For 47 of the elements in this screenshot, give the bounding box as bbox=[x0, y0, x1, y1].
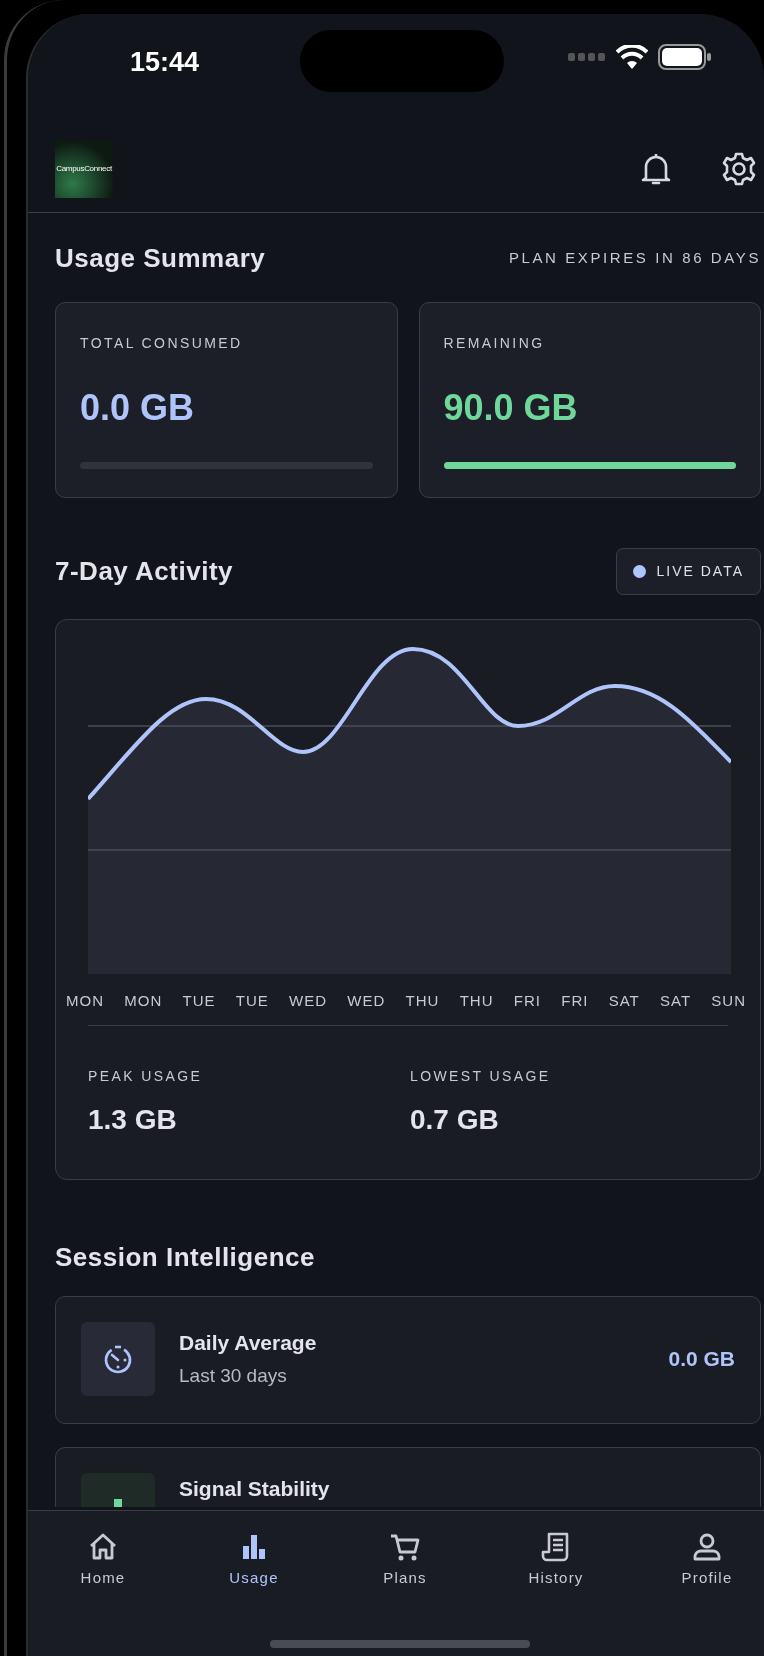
axis-label: TUE bbox=[235, 991, 269, 1012]
axis-label: SUN bbox=[711, 991, 746, 1012]
axis-label: THU bbox=[405, 991, 440, 1012]
stat-label: LOWEST USAGE bbox=[410, 1066, 551, 1086]
axis-label: MON bbox=[124, 991, 163, 1012]
nav-tab[interactable]: Profile bbox=[657, 1511, 757, 1656]
live-data-badge: LIVE DATA bbox=[616, 548, 761, 596]
nav-tab[interactable]: History bbox=[506, 1511, 606, 1656]
stat-label: TOTAL CONSUMED bbox=[80, 334, 244, 354]
session-subtitle: Last 30 days bbox=[179, 1364, 288, 1389]
status-time: 15:44 bbox=[130, 45, 200, 79]
settings-icon[interactable] bbox=[721, 150, 757, 187]
section-title: Session Intelligence bbox=[55, 1241, 316, 1273]
stat-value: 1.3 GB bbox=[88, 1102, 178, 1137]
stat-value: 0.7 GB bbox=[410, 1102, 500, 1137]
nav-tab[interactable]: Usage bbox=[204, 1511, 304, 1656]
stat-value: 0.0 GB bbox=[80, 390, 196, 427]
session-title: Signal Stability bbox=[179, 1475, 331, 1502]
axis-label: THU bbox=[459, 991, 494, 1012]
nav-tab[interactable]: Plans bbox=[355, 1511, 455, 1656]
section-title: Usage Summary bbox=[55, 243, 266, 275]
app-logo[interactable]: CampusConnect bbox=[55, 139, 113, 198]
profile-icon bbox=[691, 1531, 723, 1563]
axis-label: TUE bbox=[182, 991, 216, 1012]
logo-text: CampusConnect bbox=[56, 164, 112, 173]
section-title: 7-Day Activity bbox=[55, 556, 233, 588]
stat-value: 90.0 GB bbox=[443, 390, 579, 427]
axis-label: SAT bbox=[660, 991, 692, 1012]
battery-icon bbox=[658, 44, 712, 70]
nav-tab[interactable]: Home bbox=[53, 1511, 153, 1656]
axis-label: FRI bbox=[513, 991, 541, 1012]
stat-label: PEAK USAGE bbox=[88, 1066, 204, 1086]
axis-label: MON bbox=[66, 991, 104, 1012]
stat-label: REMAINING bbox=[443, 334, 546, 354]
session-card[interactable]: Daily Average Last 30 days 0.0 GB bbox=[55, 1295, 761, 1424]
notification-bell-icon[interactable] bbox=[641, 151, 671, 186]
session-card[interactable]: Signal Stability bbox=[55, 1446, 761, 1507]
axis-label: WED bbox=[347, 991, 386, 1012]
session-value: 0.0 GB bbox=[668, 1346, 735, 1373]
axis-label: FRI bbox=[561, 991, 589, 1012]
live-dot-icon bbox=[633, 565, 647, 579]
axis-label: WED bbox=[289, 991, 328, 1012]
plan-expiry-text: PLAN EXPIRES IN 86 DAYS bbox=[508, 248, 761, 269]
signal-icon bbox=[568, 53, 606, 61]
axis-label: SAT bbox=[608, 991, 640, 1012]
wifi-icon bbox=[616, 45, 648, 69]
session-title: Daily Average bbox=[179, 1329, 318, 1356]
